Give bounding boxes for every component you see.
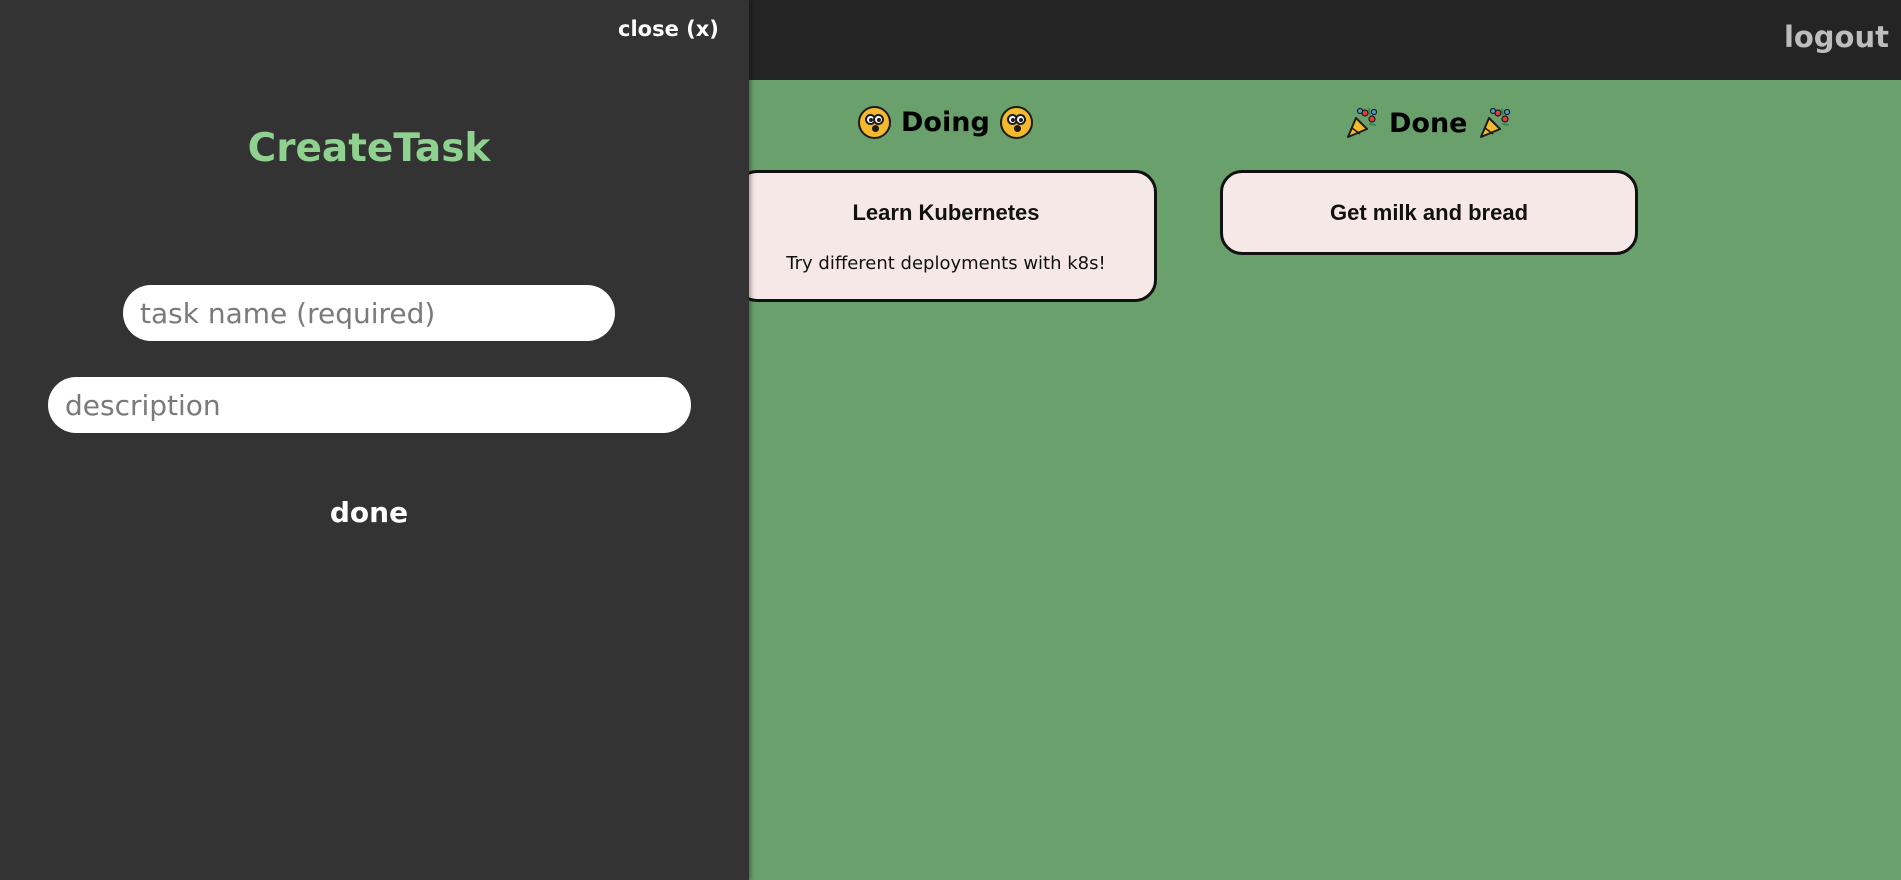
close-drawer-button[interactable]: close (x)	[618, 17, 719, 41]
column-title-done: Done	[1389, 107, 1468, 139]
column-header-doing: Doing	[858, 106, 1033, 139]
done-button[interactable]: done	[0, 496, 738, 529]
dizzy-face-icon	[858, 106, 891, 139]
logout-button[interactable]: logout	[1784, 20, 1889, 54]
task-card-description: Try different deployments with k8s!	[786, 253, 1106, 274]
task-card-title: Get milk and bread	[1329, 200, 1529, 225]
drawer-title: CreateTask	[247, 126, 491, 171]
column-title-doing: Doing	[901, 107, 990, 138]
task-name-input[interactable]	[123, 285, 615, 341]
create-task-drawer: close (x) CreateTask done	[0, 0, 749, 880]
task-card-title: Learn Kubernetes	[852, 200, 1040, 225]
party-popper-icon	[1479, 107, 1510, 138]
description-input[interactable]	[48, 377, 691, 433]
dizzy-face-icon	[999, 106, 1033, 139]
column-header-done: Done	[1345, 106, 1512, 140]
party-popper-icon	[1347, 107, 1378, 138]
task-card[interactable]: Learn Kubernetes Try different deploymen…	[735, 170, 1157, 302]
task-card[interactable]: Get milk and bread	[1220, 170, 1638, 255]
